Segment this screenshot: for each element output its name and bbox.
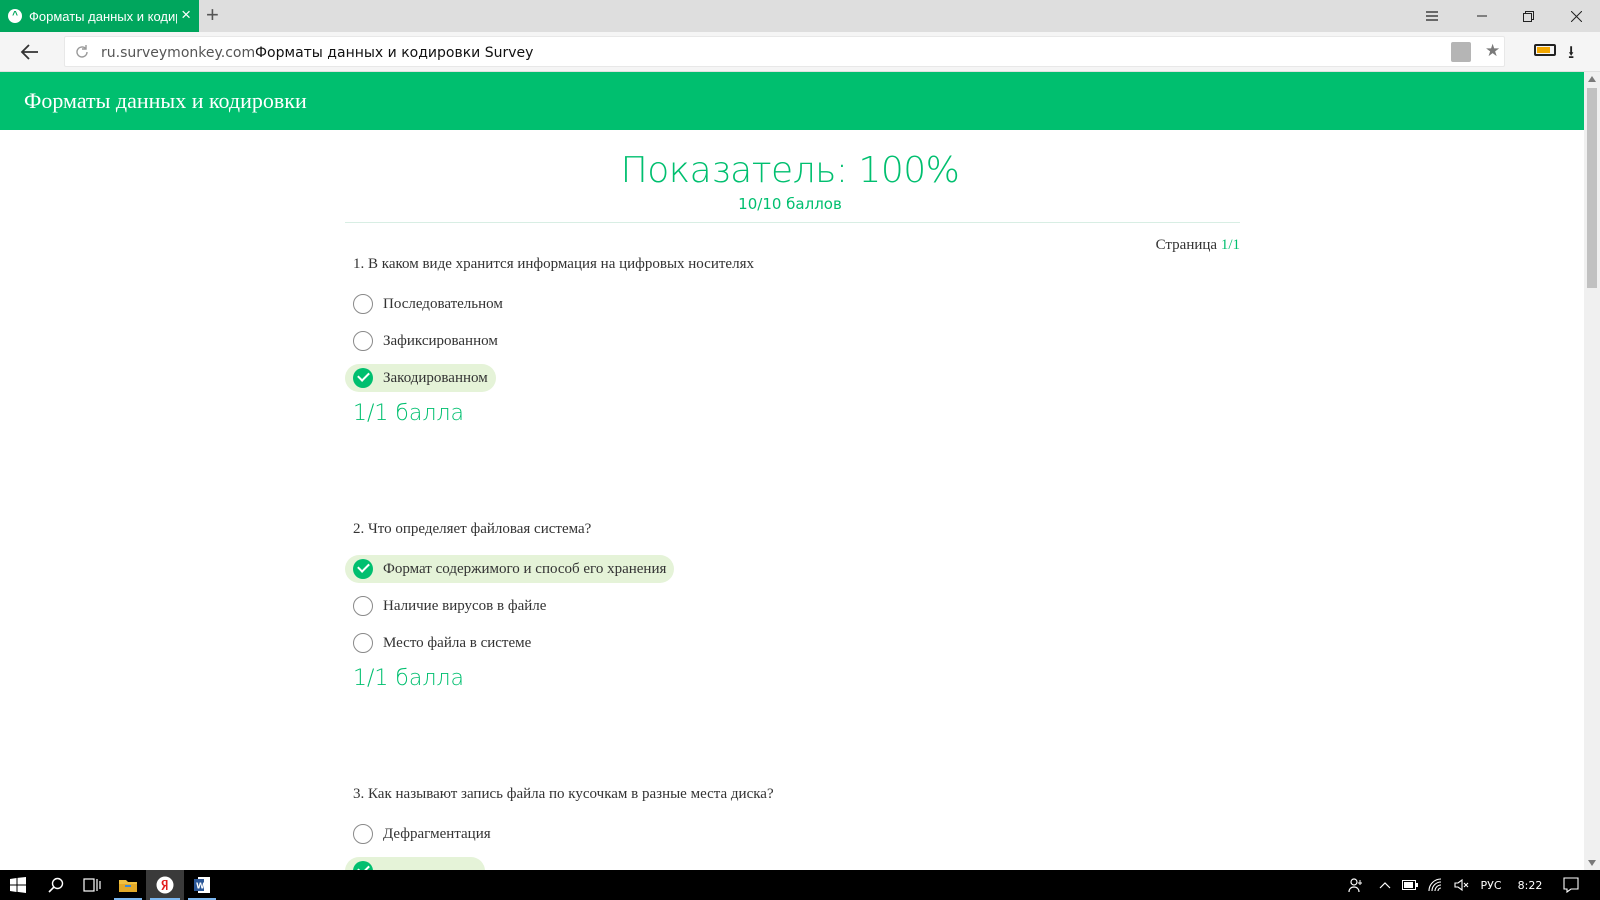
wifi-icon[interactable] [1424,870,1448,900]
svg-text:W: W [196,882,205,891]
browser-menu-icon[interactable] [1408,0,1456,32]
close-window-icon[interactable] [1552,0,1600,32]
windows-taskbar: W РУС 8:22 [0,870,1600,900]
action-center-icon[interactable] [1556,870,1586,900]
answer-option-selected[interactable]: Формат содержимого и способ его хранения [345,555,675,583]
browser-tab-active[interactable]: ^ Форматы данных и кодиров × [0,0,199,32]
search-icon[interactable] [38,870,74,900]
page-scrollbar[interactable] [1584,72,1600,870]
question-score: 1/1 балла [353,401,464,426]
url-field[interactable]: ru.surveymonkey.com Форматы данных и код… [64,36,1505,67]
reload-icon[interactable] [74,44,90,60]
page-indicator: Страница 1/1 [1156,237,1240,254]
question-text: 3. Как называют запись файла по кусочкам… [353,786,774,802]
option-label: Наличие вирусов в файле [383,597,547,614]
divider [345,222,1240,223]
answer-option[interactable]: Дефрагментация [345,820,499,848]
option-label: Дефрагментация [383,825,491,842]
question-text: 2. Что определяет файловая система? [353,521,592,537]
battery-icon[interactable] [1398,870,1422,900]
scroll-thumb[interactable] [1587,88,1597,288]
option-label: Зафиксированном [383,332,498,349]
download-icon[interactable]: ⭳ [1568,40,1574,70]
answer-option[interactable]: Место файла в системе [345,629,539,657]
clock-time: 8:22 [1517,878,1543,892]
radio-empty-icon[interactable] [353,596,373,616]
tab-title: Форматы данных и кодиров [29,8,177,24]
checkmark-circle-icon[interactable] [353,861,373,870]
surveymonkey-favicon-icon: ^ [8,9,22,23]
language-indicator[interactable]: РУС [1476,870,1506,900]
option-label: Формат содержимого и способ его хранения [383,560,667,577]
survey-header: Форматы данных и кодировки [0,72,1584,130]
option-label: Последовательном [383,295,503,312]
clock[interactable]: 8:22 [1510,870,1550,900]
lock-icon[interactable] [1451,42,1471,62]
radio-empty-icon[interactable] [353,331,373,351]
question-text: 1. В каком виде хранится информация на ц… [353,256,754,272]
task-view-icon[interactable] [74,870,110,900]
answer-option[interactable]: Последовательном [345,290,511,318]
checkmark-circle-icon[interactable] [353,559,373,579]
chevron-up-icon[interactable] [1374,870,1396,900]
radio-empty-icon[interactable] [353,294,373,314]
answer-option-selected-partial[interactable] [345,857,485,870]
option-label: Место файла в системе [383,634,532,651]
score-subtitle: 10/10 баллов [738,195,842,213]
survey-title: Форматы данных и кодировки [24,88,307,113]
radio-empty-icon[interactable] [353,633,373,653]
tab-close-icon[interactable]: × [181,6,191,24]
word-icon[interactable]: W [184,870,220,900]
score-title: Показатель: 100% [620,150,960,191]
scroll-up-arrow-icon[interactable] [1588,76,1596,82]
people-icon[interactable] [1344,870,1368,900]
windows-start-icon[interactable] [0,870,36,900]
answer-option[interactable]: Наличие вирусов в файле [345,592,554,620]
answer-option-selected[interactable]: Закодированном [345,364,496,392]
url-domain: ru.surveymonkey.com [101,45,256,61]
new-tab-icon[interactable]: + [206,4,219,26]
address-bar: ru.surveymonkey.com Форматы данных и код… [0,32,1600,72]
radio-empty-icon[interactable] [353,824,373,844]
restore-icon[interactable] [1504,0,1552,32]
battery-saver-icon[interactable] [1534,44,1556,56]
option-label: Закодированном [383,369,488,386]
answer-option[interactable]: Зафиксированном [345,327,506,355]
volume-muted-icon[interactable] [1450,870,1474,900]
page-value: 1/1 [1220,237,1240,253]
language-label: РУС [1480,878,1502,892]
tab-strip: ^ Форматы данных и кодиров × + [0,0,1600,32]
question-3: 3. Как называют запись файла по кусочкам… [345,786,1240,870]
minimize-icon[interactable] [1458,0,1506,32]
question-score: 1/1 балла [353,666,464,691]
url-page-title: Форматы данных и кодировки Survey [255,45,534,61]
yandex-browser-icon[interactable] [146,870,184,900]
file-explorer-icon[interactable] [110,870,146,900]
scroll-down-arrow-icon[interactable] [1588,860,1596,866]
page-label: Страница [1155,237,1218,253]
bookmark-star-icon[interactable]: ★ [1485,41,1500,61]
back-arrow-icon[interactable] [18,40,44,64]
checkmark-circle-icon[interactable] [353,368,373,388]
